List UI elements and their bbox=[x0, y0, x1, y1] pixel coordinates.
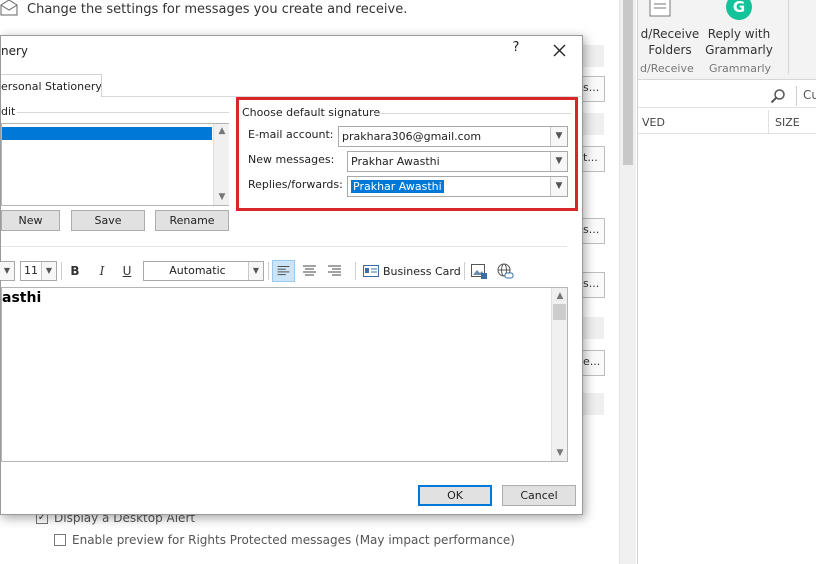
business-card-button[interactable]: Business Card bbox=[363, 261, 461, 281]
toolbar-separator bbox=[268, 262, 269, 280]
ribbon-group-label: Grammarly bbox=[709, 62, 772, 75]
send-receive-folders-button[interactable]: d/Receive Folders bbox=[640, 0, 700, 60]
rename-signature-button[interactable]: Rename bbox=[155, 210, 229, 231]
preview-rights-option[interactable]: Enable preview for Rights Protected mess… bbox=[54, 533, 515, 547]
envelope-icon bbox=[0, 0, 18, 16]
chevron-down-icon[interactable]: ▼ bbox=[41, 262, 56, 280]
preview-rights-label: Enable preview for Rights Protected mess… bbox=[72, 533, 515, 547]
default-signature-group: Choose default signature E-mail account:… bbox=[236, 97, 578, 211]
signature-text[interactable]: asthi bbox=[2, 290, 41, 306]
selected-signature-row[interactable] bbox=[2, 127, 212, 140]
scroll-down-icon[interactable]: ▼ bbox=[555, 448, 565, 458]
replies-forwards-dropdown[interactable]: Prakhar Awasthi ▼ bbox=[347, 176, 568, 197]
chevron-down-icon[interactable]: ▼ bbox=[248, 262, 263, 280]
section-band bbox=[582, 113, 604, 135]
replies-forwards-value: Prakhar Awasthi bbox=[350, 179, 445, 194]
signature-list-scrollbar[interactable]: ▲ ▼ bbox=[213, 124, 229, 205]
email-account-label: E-mail account: bbox=[248, 128, 334, 141]
chevron-down-icon[interactable]: ▼ bbox=[0, 262, 14, 280]
ok-button[interactable]: OK bbox=[418, 485, 492, 506]
options-scrollbar[interactable] bbox=[619, 0, 636, 564]
grammarly-label: Reply with Grammarly bbox=[705, 27, 773, 57]
toolbar-separator bbox=[464, 262, 465, 280]
section-band bbox=[582, 45, 604, 67]
section-band bbox=[582, 393, 604, 415]
ribbon-group-label: d/Receive bbox=[640, 62, 694, 75]
search-scope-dropdown[interactable]: Cu bbox=[796, 86, 816, 106]
signatures-dialog: nery ? ersonal Stationery dit ▲ ▼ New Sa… bbox=[0, 35, 583, 515]
group-rule bbox=[17, 112, 229, 113]
signature-editor[interactable]: asthi ▲ ▼ bbox=[1, 287, 568, 462]
close-icon[interactable] bbox=[546, 38, 572, 62]
chevron-down-icon[interactable]: ▼ bbox=[550, 127, 567, 146]
checkbox[interactable] bbox=[54, 534, 66, 546]
bold-button[interactable]: B bbox=[65, 261, 85, 281]
new-messages-label: New messages: bbox=[248, 153, 335, 166]
help-button[interactable]: ? bbox=[508, 40, 524, 58]
outlook-main-pane: d/Receive Folders d/Receive G Reply with… bbox=[637, 0, 816, 564]
replies-forwards-label: Replies/forwards: bbox=[248, 178, 343, 191]
options-header-text: Change the settings for messages you cre… bbox=[27, 2, 408, 17]
column-received[interactable]: VED bbox=[642, 116, 665, 129]
column-size[interactable]: SIZE bbox=[768, 110, 800, 134]
grammarly-icon: G bbox=[726, 0, 752, 20]
scrollbar-thumb[interactable] bbox=[623, 0, 633, 165]
ribbon-separator bbox=[788, 0, 789, 74]
font-color-dropdown[interactable]: Automatic ▼ bbox=[143, 261, 264, 281]
scroll-up-icon[interactable]: ▲ bbox=[217, 126, 227, 136]
edit-signature-legend: dit bbox=[1, 105, 16, 118]
save-signature-button[interactable]: Save bbox=[71, 210, 145, 231]
options-button-stub[interactable]: s... bbox=[582, 272, 605, 298]
signatures-button-stub[interactable]: s... bbox=[582, 76, 605, 102]
new-messages-value: Prakhar Awasthi bbox=[351, 155, 440, 168]
search-icon[interactable] bbox=[770, 88, 786, 104]
section-divider bbox=[1, 246, 567, 247]
font-size-dropdown[interactable]: 11 ▼ bbox=[20, 261, 57, 281]
font-dropdown[interactable]: ▼ bbox=[0, 261, 15, 281]
business-card-label: Business Card bbox=[383, 264, 461, 278]
scroll-down-icon[interactable]: ▼ bbox=[217, 192, 227, 202]
align-right-icon[interactable] bbox=[323, 261, 346, 281]
dialog-title: nery bbox=[1, 44, 29, 58]
signature-list[interactable]: ▲ ▼ bbox=[1, 123, 229, 206]
mail-list-header: VED SIZE bbox=[638, 110, 816, 134]
options-button-stub[interactable]: e... bbox=[582, 350, 605, 376]
align-left-icon[interactable] bbox=[272, 260, 295, 282]
scrollbar-thumb[interactable] bbox=[553, 304, 566, 320]
reply-with-grammarly-button[interactable]: G Reply with Grammarly bbox=[704, 0, 774, 60]
editor-scrollbar[interactable]: ▲ ▼ bbox=[551, 288, 567, 461]
toolbar-separator bbox=[61, 262, 62, 280]
stationery-button-stub[interactable]: t... bbox=[582, 146, 605, 172]
cancel-button[interactable]: Cancel bbox=[502, 485, 576, 506]
tab-personal-stationery[interactable]: ersonal Stationery bbox=[1, 74, 102, 97]
business-card-icon bbox=[363, 265, 379, 277]
default-signature-legend: Choose default signature bbox=[242, 106, 381, 119]
group-rule bbox=[374, 113, 571, 114]
font-color-value: Automatic bbox=[169, 264, 226, 277]
search-row: Cu bbox=[638, 84, 816, 108]
options-button-stub[interactable]: s... bbox=[582, 218, 605, 244]
ribbon: d/Receive Folders d/Receive G Reply with… bbox=[638, 0, 816, 80]
new-messages-dropdown[interactable]: Prakhar Awasthi ▼ bbox=[347, 151, 568, 172]
email-account-value: prakhara306@gmail.com bbox=[342, 130, 482, 143]
folders-icon bbox=[649, 0, 671, 17]
underline-button[interactable]: U bbox=[117, 261, 137, 281]
send-receive-label: d/Receive Folders bbox=[640, 27, 700, 57]
toolbar-separator bbox=[355, 262, 356, 280]
insert-picture-icon[interactable] bbox=[470, 262, 488, 280]
italic-button[interactable]: I bbox=[92, 261, 112, 281]
hyperlink-icon[interactable] bbox=[496, 262, 514, 280]
scroll-up-icon[interactable]: ▲ bbox=[555, 291, 565, 301]
tab-strip: ersonal Stationery bbox=[1, 74, 581, 97]
section-band bbox=[582, 317, 604, 339]
font-size-value: 11 bbox=[24, 264, 38, 277]
format-toolbar: ▼ 11 ▼ B I U Automatic ▼ Business Card bbox=[0, 260, 581, 283]
new-signature-button[interactable]: New bbox=[1, 210, 60, 231]
chevron-down-icon[interactable]: ▼ bbox=[550, 152, 567, 171]
email-account-dropdown[interactable]: prakhara306@gmail.com ▼ bbox=[338, 126, 568, 147]
align-center-icon[interactable] bbox=[298, 261, 321, 281]
chevron-down-icon[interactable]: ▼ bbox=[550, 177, 567, 196]
